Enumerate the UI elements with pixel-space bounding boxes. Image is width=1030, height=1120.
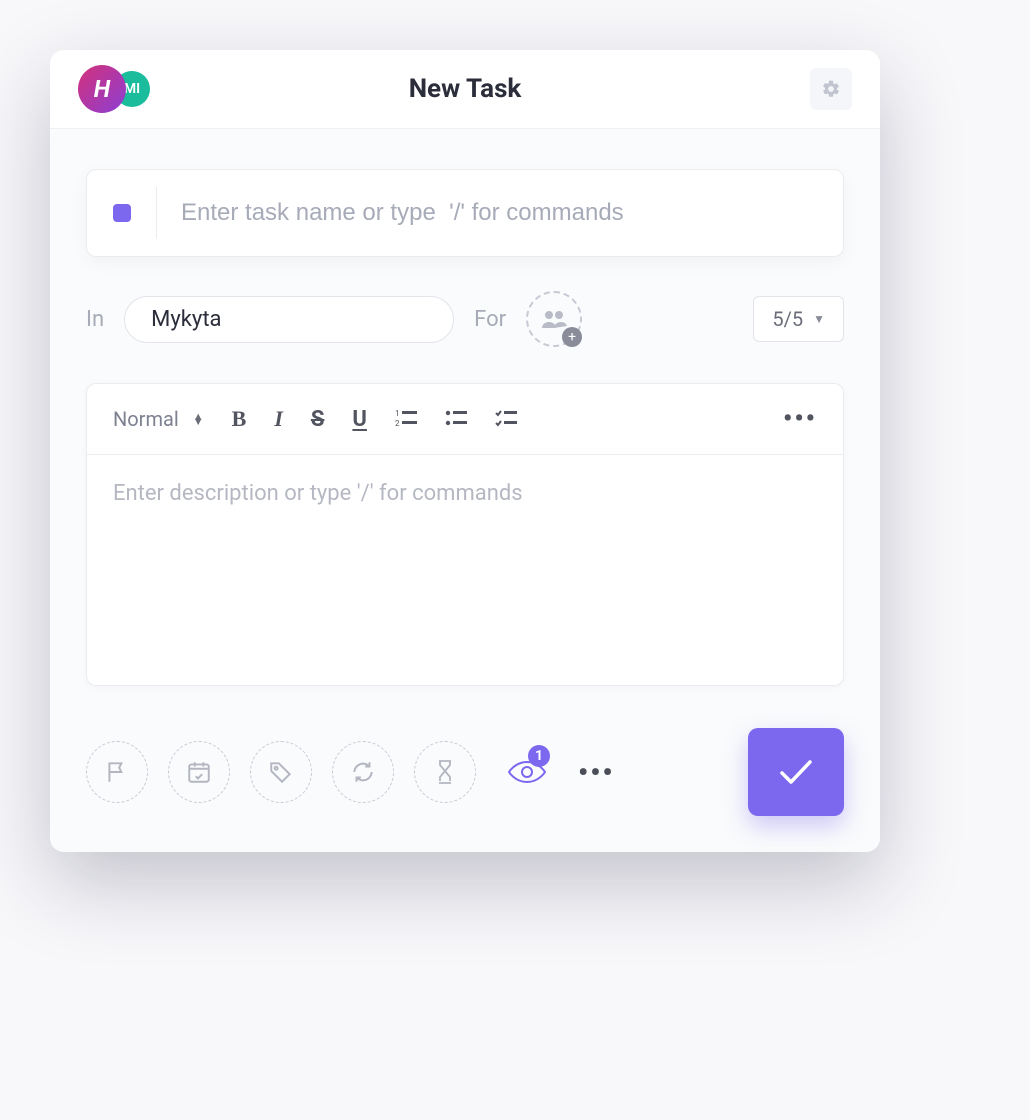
tags-button[interactable]: [250, 741, 312, 803]
recurring-button[interactable]: [332, 741, 394, 803]
underline-button[interactable]: U: [352, 407, 367, 432]
workspace-avatar[interactable]: H: [78, 65, 126, 113]
flag-icon: [104, 759, 130, 785]
format-label: Normal: [113, 407, 179, 431]
ordered-list-icon: 12: [395, 409, 417, 429]
calendar-icon: [186, 759, 212, 785]
svg-text:2: 2: [395, 419, 400, 428]
meta-row: In Mykyta For + 5/5 ▼: [86, 291, 844, 347]
editor-toolbar: Normal ▲▼ B I S U 12 •••: [87, 384, 843, 455]
svg-text:1: 1: [395, 409, 400, 418]
modal-body: In Mykyta For + 5/5 ▼ Normal ▲▼ B I S: [50, 129, 880, 852]
status-indicator-icon: [113, 204, 131, 222]
description-placeholder: Enter description or type '/' for comman…: [113, 481, 817, 506]
avatar-stack: H MI: [78, 65, 150, 113]
priority-value: 5/5: [772, 307, 803, 331]
priority-flag-button[interactable]: [86, 741, 148, 803]
unordered-list-icon: [445, 409, 467, 429]
sort-arrows-icon: ▲▼: [193, 414, 204, 425]
people-icon: [540, 309, 568, 329]
settings-button[interactable]: [810, 68, 852, 110]
time-estimate-button[interactable]: [414, 741, 476, 803]
for-label: For: [474, 307, 506, 332]
hourglass-icon: [434, 759, 456, 785]
task-name-input[interactable]: [157, 199, 843, 227]
footer-actions: 1 •••: [86, 728, 844, 816]
due-date-button[interactable]: [168, 741, 230, 803]
list-selector[interactable]: Mykyta: [124, 296, 454, 343]
description-editor: Normal ▲▼ B I S U 12 •••: [86, 383, 844, 686]
checklist-icon: [495, 409, 517, 429]
status-picker[interactable]: [87, 187, 157, 239]
gear-icon: [821, 79, 841, 99]
new-task-modal: H MI New Task In Mykyta For + 5/5 ▼: [50, 50, 880, 852]
strikethrough-button[interactable]: S: [311, 407, 325, 432]
italic-button[interactable]: I: [274, 406, 283, 432]
task-name-row: [86, 169, 844, 257]
unordered-list-button[interactable]: [445, 409, 467, 429]
recurring-icon: [350, 759, 376, 785]
ordered-list-button[interactable]: 12: [395, 409, 417, 429]
in-label: In: [86, 307, 104, 332]
checkmark-icon: [777, 757, 815, 787]
description-body[interactable]: Enter description or type '/' for comman…: [87, 455, 843, 685]
format-select[interactable]: Normal ▲▼: [113, 407, 204, 431]
create-task-button[interactable]: [748, 728, 844, 816]
checklist-button[interactable]: [495, 409, 517, 429]
tag-icon: [268, 759, 294, 785]
watchers-count: 1: [528, 745, 550, 767]
watchers-button[interactable]: 1: [496, 741, 558, 803]
priority-selector[interactable]: 5/5 ▼: [753, 296, 844, 342]
assignee-picker[interactable]: +: [526, 291, 582, 347]
plus-icon: +: [562, 327, 582, 347]
caret-down-icon: ▼: [813, 312, 825, 326]
toolbar-more-button[interactable]: •••: [783, 404, 817, 434]
bold-button[interactable]: B: [232, 406, 247, 432]
more-actions-button[interactable]: •••: [578, 756, 615, 789]
modal-header: H MI New Task: [50, 50, 880, 129]
modal-title: New Task: [409, 74, 522, 104]
